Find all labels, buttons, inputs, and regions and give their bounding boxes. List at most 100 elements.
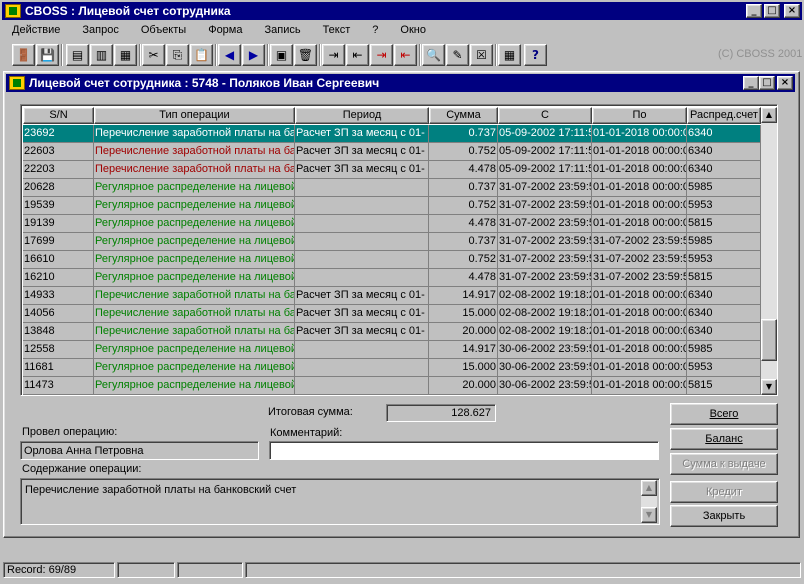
cell-to[interactable]: 01-01-2018 00:00:0 <box>592 125 687 143</box>
grid-scrollbar[interactable]: ▲ ▼ <box>761 107 777 395</box>
content-field[interactable]: Перечисление заработной платы на банковс… <box>20 478 660 525</box>
cell-period[interactable] <box>295 215 429 233</box>
cell-sum[interactable]: 4.478 <box>429 161 498 179</box>
content-scroll-down-icon[interactable]: ▼ <box>641 507 657 523</box>
cell-account[interactable]: 5985 <box>687 341 761 359</box>
cell-from[interactable]: 05-09-2002 17:11:5 <box>498 143 592 161</box>
cell-type[interactable]: Перечисление заработной платы на ба <box>94 143 295 161</box>
cell-account[interactable]: 6340 <box>687 323 761 341</box>
cell-from[interactable]: 31-07-2002 23:59:5 <box>498 179 592 197</box>
cell-sum[interactable]: 4.478 <box>429 215 498 233</box>
table-row[interactable]: 22203 Перечисление заработной платы на ба… <box>23 161 761 179</box>
cancel-icon[interactable]: ☒ <box>470 44 493 66</box>
content-scrollbar[interactable]: ▲ ▼ <box>641 480 657 523</box>
cell-to[interactable]: 01-01-2018 00:00:0 <box>592 287 687 305</box>
cell-to[interactable]: 01-01-2018 00:00:0 <box>592 305 687 323</box>
cell-account[interactable]: 5815 <box>687 215 761 233</box>
column-header-to[interactable]: По <box>592 107 687 124</box>
cell-from[interactable]: 31-07-2002 23:59:5 <box>498 233 592 251</box>
cell-account[interactable]: 6340 <box>687 161 761 179</box>
cell-from[interactable]: 30-06-2002 23:59:5 <box>498 359 592 377</box>
cell-to[interactable]: 31-07-2002 23:59:5 <box>592 269 687 287</box>
table-row[interactable]: 14933 Перечисление заработной платы на ба… <box>23 287 761 305</box>
cell-to[interactable]: 01-01-2018 00:00:0 <box>592 341 687 359</box>
column-header-sum[interactable]: Сумма <box>429 107 498 124</box>
content-scroll-up-icon[interactable]: ▲ <box>641 480 657 496</box>
cell-period[interactable] <box>295 233 429 251</box>
cell-from[interactable]: 02-08-2002 19:18:2 <box>498 287 592 305</box>
prev-icon[interactable]: ◀ <box>218 44 241 66</box>
cell-to[interactable]: 01-01-2018 00:00:0 <box>592 161 687 179</box>
cell-sn[interactable]: 20628 <box>23 179 94 197</box>
close-icon[interactable]: × <box>784 4 800 18</box>
table-row[interactable]: 23692 Перечисление заработной платы на ба… <box>23 125 761 143</box>
cell-sn[interactable]: 16210 <box>23 269 94 287</box>
cell-period[interactable] <box>295 269 429 287</box>
cell-from[interactable]: 31-07-2002 23:59:5 <box>498 197 592 215</box>
cell-sum[interactable]: 0.737 <box>429 125 498 143</box>
cell-account[interactable]: 5815 <box>687 377 761 395</box>
cell-from[interactable]: 31-07-2002 23:59:5 <box>498 251 592 269</box>
scroll-thumb[interactable] <box>761 319 777 361</box>
cell-from[interactable]: 30-06-2002 23:59:5 <box>498 341 592 359</box>
cell-to[interactable]: 01-01-2018 00:00:0 <box>592 215 687 233</box>
cell-type[interactable]: Регулярное распределение на лицевой <box>94 179 295 197</box>
cell-period[interactable] <box>295 377 429 395</box>
trash-icon[interactable]: 🗑 <box>294 44 317 66</box>
cell-sum[interactable]: 0.737 <box>429 179 498 197</box>
cell-sum[interactable]: 20.000 <box>429 323 498 341</box>
cell-sum[interactable]: 15.000 <box>429 359 498 377</box>
query-run-icon[interactable]: ▥ <box>90 44 113 66</box>
table-row[interactable]: 11473 Регулярное распределение на лицевой… <box>23 377 761 395</box>
cell-account[interactable]: 5953 <box>687 359 761 377</box>
cell-period[interactable]: Расчет ЗП за месяц с 01- <box>295 125 429 143</box>
cell-period[interactable] <box>295 179 429 197</box>
cell-sum[interactable]: 15.000 <box>429 305 498 323</box>
cell-type[interactable]: Регулярное распределение на лицевой <box>94 377 295 395</box>
cell-sn[interactable]: 14056 <box>23 305 94 323</box>
cell-to[interactable]: 01-01-2018 00:00:0 <box>592 377 687 395</box>
cell-sum[interactable]: 0.737 <box>429 233 498 251</box>
cell-sn[interactable]: 14933 <box>23 287 94 305</box>
cell-from[interactable]: 05-09-2002 17:11:5 <box>498 161 592 179</box>
insert-icon[interactable]: ⇤ <box>346 44 369 66</box>
cell-sn[interactable]: 12558 <box>23 341 94 359</box>
insert-record-icon[interactable]: ⇥ <box>322 44 345 66</box>
cell-period[interactable]: Расчет ЗП за месяц с 01- <box>295 323 429 341</box>
cell-sum[interactable]: 20.000 <box>429 377 498 395</box>
column-header-account[interactable]: Распред.счет <box>687 107 761 124</box>
delete-record-icon[interactable]: ⇤ <box>394 44 417 66</box>
table-row[interactable]: 19139 Регулярное распределение на лицевой… <box>23 215 761 233</box>
scroll-down-icon[interactable]: ▼ <box>761 379 777 395</box>
menu-objects[interactable]: Объекты <box>129 24 196 36</box>
cell-type[interactable]: Перечисление заработной платы на ба <box>94 323 295 341</box>
cell-type[interactable]: Регулярное распределение на лицевой <box>94 197 295 215</box>
cell-period[interactable] <box>295 251 429 269</box>
calculator-icon[interactable]: ▦ <box>498 44 521 66</box>
list-icon[interactable]: ▣ <box>270 44 293 66</box>
table-row[interactable]: 17699 Регулярное распределение на лицевой… <box>23 233 761 251</box>
cell-from[interactable]: 02-08-2002 19:18:2 <box>498 323 592 341</box>
cell-period[interactable]: Расчет ЗП за месяц с 01- <box>295 305 429 323</box>
cell-sn[interactable]: 11681 <box>23 359 94 377</box>
cell-period[interactable] <box>295 359 429 377</box>
cell-sn[interactable]: 19539 <box>23 197 94 215</box>
exit-icon[interactable]: 🚪 <box>12 44 35 66</box>
cell-type[interactable]: Регулярное распределение на лицевой <box>94 269 295 287</box>
menu-record[interactable]: Запись <box>252 24 310 36</box>
table-row[interactable]: 20628 Регулярное распределение на лицевой… <box>23 179 761 197</box>
scroll-up-icon[interactable]: ▲ <box>761 107 777 123</box>
menu-action[interactable]: Действие <box>0 24 70 36</box>
column-header-from[interactable]: С <box>498 107 592 124</box>
cell-type[interactable]: Регулярное распределение на лицевой <box>94 359 295 377</box>
column-header-sn[interactable]: S/N <box>23 107 94 124</box>
cell-type[interactable]: Перечисление заработной платы на ба <box>94 305 295 323</box>
cell-sum[interactable]: 4.478 <box>429 269 498 287</box>
credit-button[interactable]: Кредит <box>670 481 778 503</box>
cell-from[interactable]: 30-06-2002 23:59:5 <box>498 377 592 395</box>
menu-text[interactable]: Текст <box>311 24 361 36</box>
cell-from[interactable]: 31-07-2002 23:59:5 <box>498 269 592 287</box>
menu-window[interactable]: Окно <box>388 24 436 36</box>
table-row[interactable]: 14056 Перечисление заработной платы на ба… <box>23 305 761 323</box>
cell-sn[interactable]: 11473 <box>23 377 94 395</box>
